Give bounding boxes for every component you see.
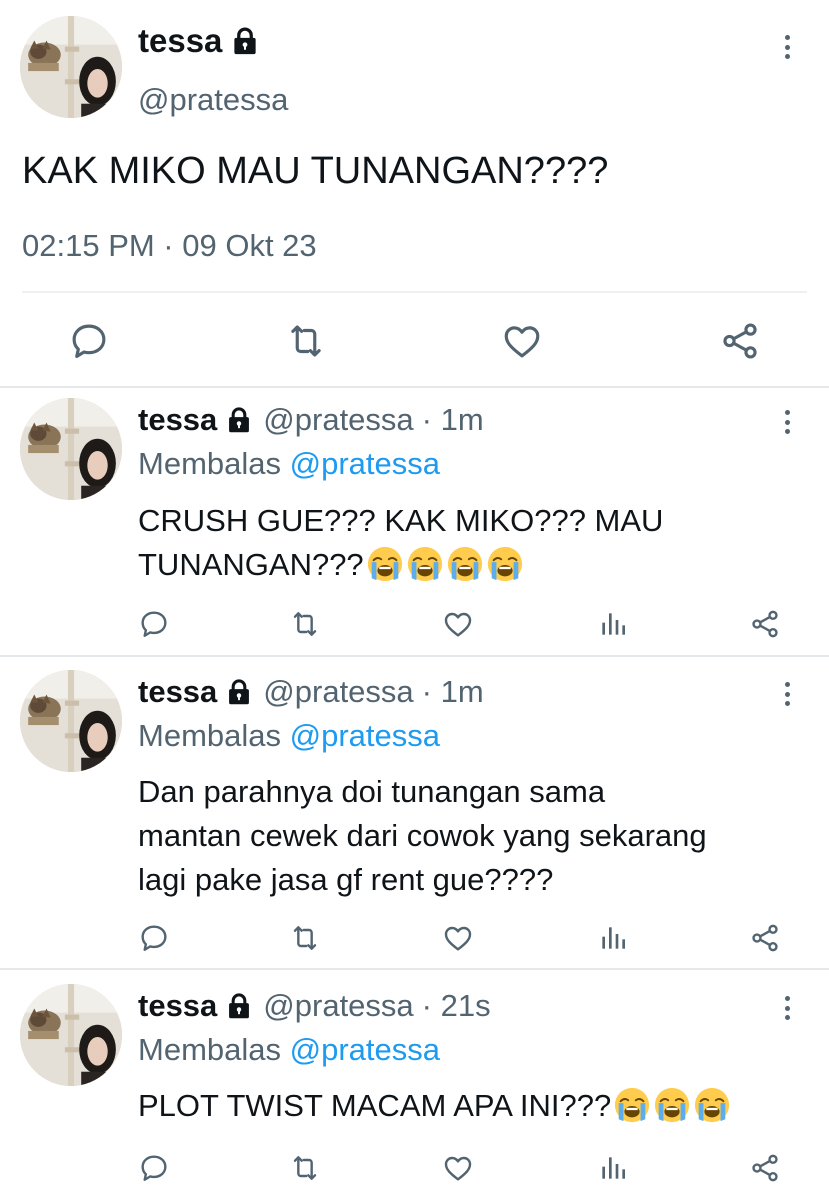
loudly-crying-face-icon	[693, 1086, 731, 1124]
text-line: mantan cewek dari cowok yang sekarang	[138, 818, 707, 853]
more-options-icon[interactable]	[777, 993, 797, 1023]
lock-icon	[230, 26, 260, 56]
username[interactable]: @pratessa	[263, 674, 413, 710]
tweet-text: PLOT TWIST MACAM APA INI???	[138, 1084, 731, 1128]
avatar[interactable]	[20, 984, 122, 1086]
retweet-icon[interactable]	[289, 922, 321, 954]
avatar[interactable]	[20, 398, 122, 500]
tweet-text: KAK MIKO MAU TUNANGAN????	[22, 150, 609, 192]
text-line: Dan parahnya doi tunangan sama	[138, 774, 606, 809]
text-line: lagi pake jasa gf rent gue????	[138, 862, 554, 897]
reply-icon[interactable]	[138, 1152, 170, 1184]
loudly-crying-face-icon	[366, 545, 404, 583]
share-icon[interactable]	[749, 1152, 781, 1184]
reply-icon[interactable]	[138, 608, 170, 640]
divider	[0, 968, 829, 970]
like-icon[interactable]	[501, 320, 543, 362]
like-icon[interactable]	[442, 922, 474, 954]
tweet-text: CRUSH GUE??? KAK MIKO??? MAU TUNANGAN???	[138, 499, 663, 587]
display-name[interactable]: tessa	[138, 402, 217, 438]
loudly-crying-face-icon	[406, 545, 444, 583]
tweet-header: tessa @pratessa · 21s	[138, 988, 491, 1024]
views-icon[interactable]	[597, 922, 629, 954]
text-line: PLOT TWIST MACAM APA INI???	[138, 1088, 612, 1123]
loudly-crying-face-icon	[446, 545, 484, 583]
loudly-crying-face-icon	[653, 1086, 691, 1124]
display-name[interactable]: tessa	[138, 988, 217, 1024]
username[interactable]: @pratessa	[138, 82, 288, 118]
reply-icon[interactable]	[68, 320, 110, 362]
mention-link[interactable]: @pratessa	[290, 718, 440, 753]
mention-link[interactable]: @pratessa	[290, 446, 440, 481]
avatar[interactable]	[20, 670, 122, 772]
replying-label: Membalas	[138, 446, 281, 481]
divider	[22, 291, 807, 293]
lock-icon	[225, 678, 253, 706]
text-line: TUNANGAN???	[138, 547, 364, 582]
lock-icon	[225, 406, 253, 434]
more-options-icon[interactable]	[777, 32, 797, 62]
more-options-icon[interactable]	[777, 679, 797, 709]
display-name[interactable]: tessa	[138, 674, 217, 710]
loudly-crying-face-icon	[486, 545, 524, 583]
text-line: CRUSH GUE??? KAK MIKO??? MAU	[138, 503, 664, 538]
retweet-icon[interactable]	[289, 608, 321, 640]
relative-time[interactable]: · 1m	[422, 674, 484, 710]
username[interactable]: @pratessa	[263, 988, 413, 1024]
retweet-icon[interactable]	[289, 1152, 321, 1184]
relative-time[interactable]: · 1m	[422, 402, 484, 438]
like-icon[interactable]	[442, 608, 474, 640]
relative-time[interactable]: · 21s	[422, 988, 491, 1024]
divider	[0, 655, 829, 657]
avatar[interactable]	[20, 16, 122, 118]
mention-link[interactable]: @pratessa	[290, 1032, 440, 1067]
retweet-icon[interactable]	[285, 320, 327, 362]
tweet-header: tessa @pratessa · 1m	[138, 674, 484, 710]
reply-icon[interactable]	[138, 922, 170, 954]
loudly-crying-face-icon	[613, 1086, 651, 1124]
tweet-header: tessa @pratessa · 1m	[138, 402, 484, 438]
timestamp[interactable]: 02:15 PM · 09 Okt 23	[22, 228, 317, 264]
share-icon[interactable]	[719, 320, 761, 362]
display-name[interactable]: tessa	[138, 22, 260, 60]
share-icon[interactable]	[749, 922, 781, 954]
like-icon[interactable]	[442, 1152, 474, 1184]
replying-to: Membalas @pratessa	[138, 718, 440, 754]
divider	[0, 386, 829, 388]
display-name-text: tessa	[138, 22, 223, 59]
replying-to: Membalas @pratessa	[138, 1032, 440, 1068]
replying-label: Membalas	[138, 1032, 281, 1067]
views-icon[interactable]	[597, 608, 629, 640]
views-icon[interactable]	[597, 1152, 629, 1184]
tweet-text: Dan parahnya doi tunangan sama mantan ce…	[138, 770, 707, 902]
share-icon[interactable]	[749, 608, 781, 640]
replying-label: Membalas	[138, 718, 281, 753]
username[interactable]: @pratessa	[263, 402, 413, 438]
replying-to: Membalas @pratessa	[138, 446, 440, 482]
more-options-icon[interactable]	[777, 407, 797, 437]
lock-icon	[225, 992, 253, 1020]
